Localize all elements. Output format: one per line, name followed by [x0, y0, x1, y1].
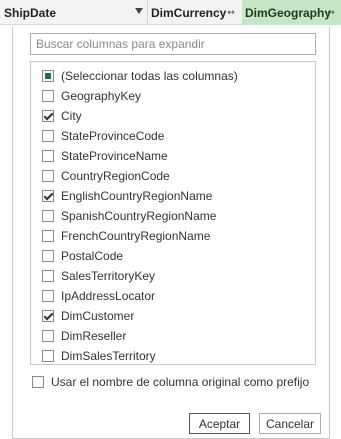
- list-item-label: City: [61, 109, 82, 123]
- list-item[interactable]: CountryRegionCode: [31, 166, 315, 186]
- checkbox[interactable]: [42, 90, 54, 102]
- list-item-label: PostalCode: [61, 249, 124, 263]
- checkbox[interactable]: [42, 190, 54, 202]
- checkbox[interactable]: [42, 110, 54, 122]
- list-item-label: GeographyKey: [61, 89, 142, 103]
- column-header-label: ShipDate: [4, 5, 57, 20]
- checkbox[interactable]: [42, 350, 54, 362]
- column-list[interactable]: (Seleccionar todas las columnas) Geograp…: [30, 61, 316, 365]
- list-item[interactable]: DimCustomer: [31, 306, 315, 326]
- list-item-label: CountryRegionCode: [61, 169, 170, 183]
- column-header-label: DimGeography: [245, 5, 332, 20]
- checkbox[interactable]: [42, 170, 54, 182]
- checkbox[interactable]: [42, 330, 54, 342]
- search-input[interactable]: [30, 33, 316, 55]
- list-item[interactable]: StateProvinceName: [31, 146, 315, 166]
- list-item-label: IpAddressLocator: [61, 289, 156, 303]
- column-header-label: DimCurrency: [151, 5, 227, 20]
- list-item-label: DimCustomer: [61, 309, 135, 323]
- checkbox[interactable]: [42, 270, 54, 282]
- column-header-shipdate[interactable]: ShipDate: [0, 0, 148, 25]
- prefix-label: Usar el nombre de columna original como …: [51, 375, 310, 389]
- cancel-button[interactable]: Cancelar: [259, 413, 321, 434]
- checkbox[interactable]: [42, 230, 54, 242]
- checkbox[interactable]: [42, 210, 54, 222]
- checkbox[interactable]: [42, 130, 54, 142]
- expand-columns-panel: (Seleccionar todas las columnas) Geograp…: [12, 27, 330, 439]
- filter-dropdown-icon[interactable]: [135, 8, 143, 14]
- checkbox[interactable]: [42, 70, 54, 82]
- list-item[interactable]: DimSalesTerritory: [31, 346, 315, 364]
- list-item[interactable]: GeographyKey: [31, 86, 315, 106]
- list-item[interactable]: DimReseller: [31, 326, 315, 346]
- list-item-label: FrenchCountryRegionName: [61, 229, 211, 243]
- list-item[interactable]: PostalCode: [31, 246, 315, 266]
- list-item-label: DimSalesTerritory: [61, 349, 156, 363]
- ok-button[interactable]: Aceptar: [189, 413, 250, 434]
- list-item[interactable]: City: [31, 106, 315, 126]
- list-item-label: SpanishCountryRegionName: [61, 209, 217, 223]
- checkbox[interactable]: [42, 310, 54, 322]
- expand-columns-icon[interactable]: ↔: [324, 7, 338, 19]
- expand-columns-icon[interactable]: ↔: [224, 7, 238, 19]
- list-item[interactable]: SpanishCountryRegionName: [31, 206, 315, 226]
- list-item[interactable]: SalesTerritoryKey: [31, 266, 315, 286]
- list-item-label: EnglishCountryRegionName: [61, 189, 213, 203]
- list-item-label: SalesTerritoryKey: [61, 269, 156, 283]
- list-item-label: (Seleccionar todas las columnas): [61, 69, 238, 83]
- list-item-label: StateProvinceName: [61, 149, 168, 163]
- column-header-bar: ShipDate DimCurrency ↔ DimGeography ↔: [0, 0, 341, 25]
- list-item[interactable]: EnglishCountryRegionName: [31, 186, 315, 206]
- list-item-select-all[interactable]: (Seleccionar todas las columnas): [31, 66, 315, 86]
- list-item-label: DimReseller: [61, 329, 127, 343]
- checkbox[interactable]: [42, 290, 54, 302]
- list-item[interactable]: StateProvinceCode: [31, 126, 315, 146]
- prefix-option[interactable]: Usar el nombre de columna original como …: [32, 375, 309, 389]
- list-item-label: StateProvinceCode: [61, 129, 165, 143]
- list-item[interactable]: IpAddressLocator: [31, 286, 315, 306]
- checkbox[interactable]: [42, 250, 54, 262]
- list-item[interactable]: FrenchCountryRegionName: [31, 226, 315, 246]
- prefix-checkbox[interactable]: [32, 376, 44, 388]
- checkbox[interactable]: [42, 150, 54, 162]
